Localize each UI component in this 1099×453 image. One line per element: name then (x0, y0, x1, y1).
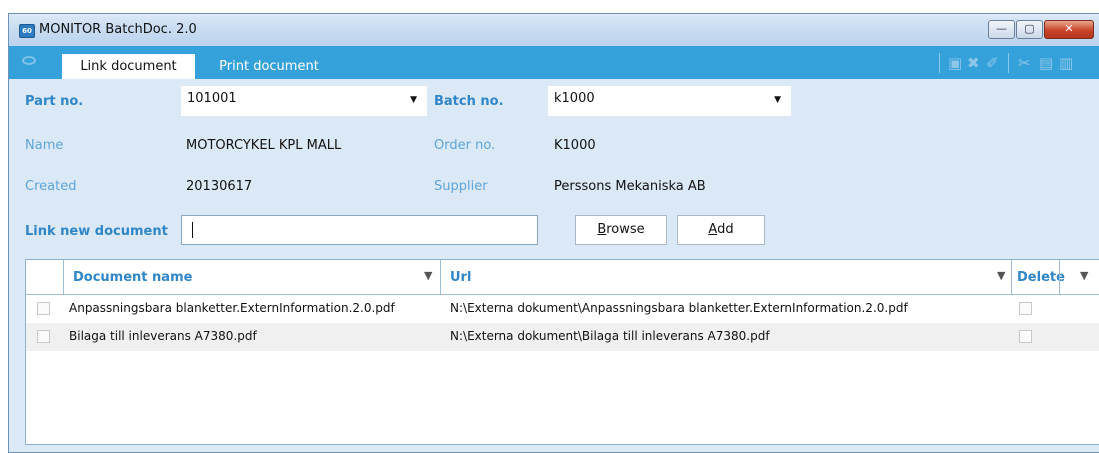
created-label: Created (25, 179, 77, 194)
tab-print-document[interactable]: Print document (199, 54, 339, 79)
add-button[interactable]: Add (677, 215, 765, 245)
order-no-label: Order no. (434, 138, 496, 153)
eye-icon[interactable] (22, 56, 36, 65)
add-button-label: dd (717, 222, 734, 237)
chevron-down-icon: ▼ (774, 95, 781, 105)
url-cell: N:\Externa dokument\Bilaga till inlevera… (450, 329, 770, 343)
browse-button-label: rowse (606, 222, 645, 237)
column-divider (1059, 260, 1060, 294)
filter-icon[interactable]: ▼ (1080, 269, 1088, 282)
close-button[interactable]: ✕ (1044, 20, 1094, 39)
column-header-label: Document name (73, 270, 193, 285)
name-value: MOTORCYKEL KPL MALL (186, 138, 342, 153)
column-header-url[interactable]: Url ▼ (440, 260, 1011, 294)
add-button-mnemonic: A (708, 222, 718, 237)
row-select-checkbox[interactable] (37, 302, 50, 315)
toolbar-separator (939, 53, 940, 73)
table-row[interactable]: Anpassningsbara blanketter.ExternInforma… (26, 295, 1099, 323)
text-caret (192, 222, 193, 238)
tab-link-document[interactable]: Link document (62, 54, 195, 79)
document-name-cell: Bilaga till inleverans A7380.pdf (69, 329, 257, 343)
batch-no-dropdown[interactable]: k1000 ▼ (548, 86, 791, 116)
app-window: 60 MONITOR BatchDoc. 2.0 — ▢ ✕ Link docu… (8, 13, 1099, 453)
part-no-value: 101001 (187, 91, 237, 106)
table-row[interactable]: Bilaga till inleverans A7380.pdf N:\Exte… (26, 323, 1099, 351)
grid-header: Document name ▼ Url ▼ Delete ▼ (26, 260, 1099, 295)
batch-no-label: Batch no. (434, 94, 504, 109)
batch-no-value: k1000 (554, 91, 595, 106)
part-no-label: Part no. (25, 94, 84, 109)
filter-icon[interactable]: ▼ (997, 269, 1005, 282)
title-bar[interactable]: 60 MONITOR BatchDoc. 2.0 — ▢ ✕ (9, 14, 1099, 46)
order-no-value: K1000 (554, 138, 596, 153)
maximize-button[interactable]: ▢ (1016, 20, 1043, 39)
minimize-button[interactable]: — (988, 20, 1015, 39)
column-header-label: Delete (1017, 270, 1065, 285)
toolbar-separator (1008, 53, 1009, 73)
column-header-delete[interactable]: Delete (1011, 260, 1065, 294)
link-new-document-label: Link new document (25, 224, 168, 239)
cut-icon[interactable]: ✂ (1018, 54, 1031, 72)
documents-grid: Document name ▼ Url ▼ Delete ▼ Anpassnin… (25, 259, 1099, 445)
paste-icon[interactable]: ▥ (1059, 54, 1073, 72)
name-label: Name (25, 138, 64, 153)
part-no-dropdown[interactable]: 101001 ▼ (181, 86, 427, 116)
save-icon[interactable]: ▣ (948, 54, 962, 72)
app-logo-icon: 60 (19, 24, 35, 38)
browse-button[interactable]: Browse (575, 215, 667, 245)
copy-icon[interactable]: ▤ (1039, 54, 1053, 72)
created-value: 20130617 (186, 179, 253, 194)
tab-toolbar: Link document Print document ▣ ✖ ✐ ✂ ▤ ▥ (9, 46, 1099, 79)
delete-checkbox[interactable] (1019, 330, 1032, 343)
row-select-checkbox[interactable] (37, 330, 50, 343)
chevron-down-icon: ▼ (410, 95, 417, 105)
eraser-icon[interactable]: ✐ (986, 54, 999, 72)
column-header-label: Url (450, 270, 472, 285)
supplier-label: Supplier (434, 179, 488, 194)
column-header-document-name[interactable]: Document name ▼ (63, 260, 440, 294)
delete-checkbox[interactable] (1019, 302, 1032, 315)
window-title: MONITOR BatchDoc. 2.0 (39, 22, 197, 37)
url-cell: N:\Externa dokument\Anpassningsbara blan… (450, 301, 908, 315)
browse-button-mnemonic: B (597, 222, 607, 237)
filter-icon[interactable]: ▼ (424, 269, 432, 282)
document-name-cell: Anpassningsbara blanketter.ExternInforma… (69, 301, 395, 315)
delete-icon[interactable]: ✖ (967, 54, 980, 72)
link-new-document-input[interactable] (181, 215, 538, 245)
supplier-value: Perssons Mekaniska AB (554, 179, 706, 194)
